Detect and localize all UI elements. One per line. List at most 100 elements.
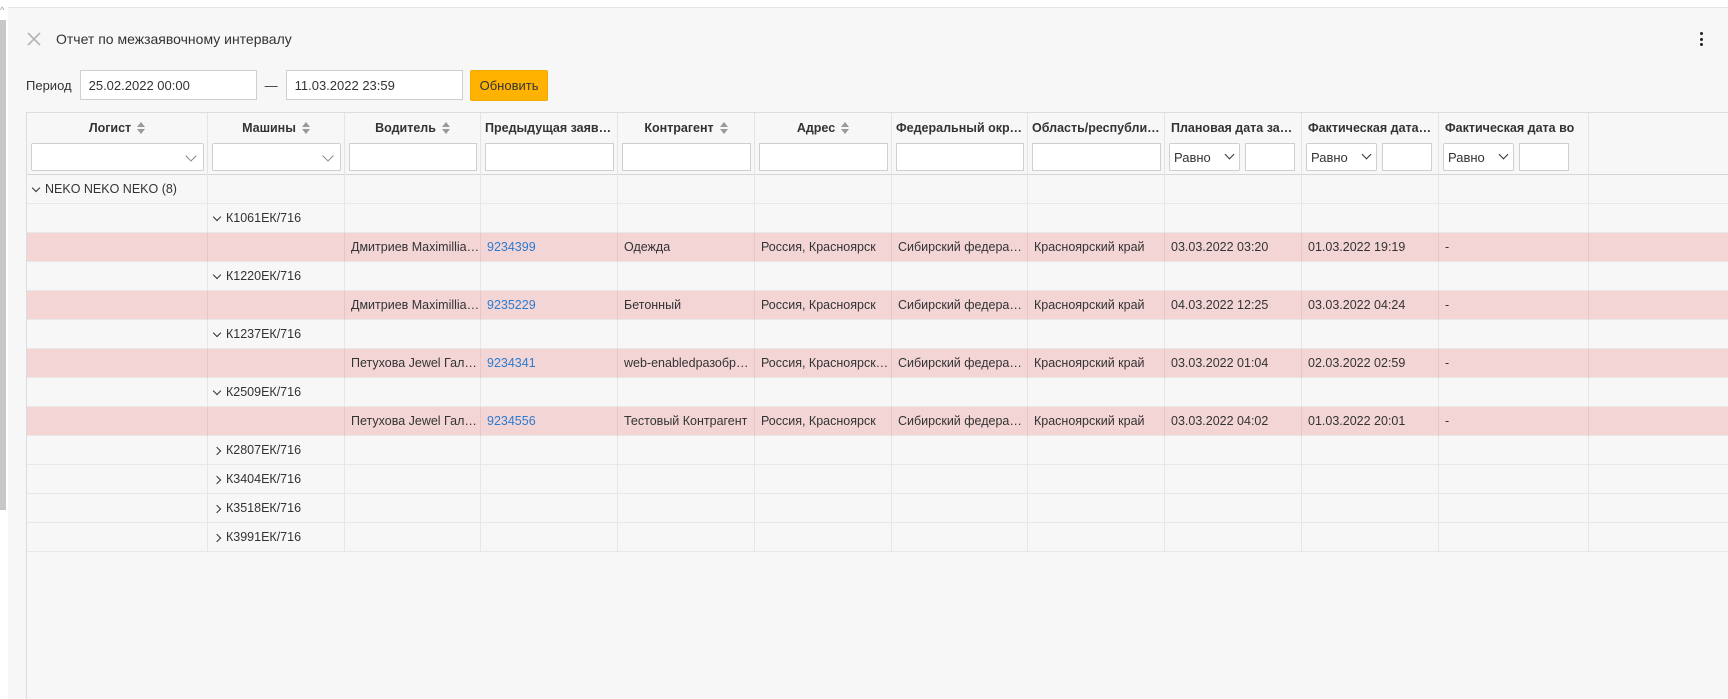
group-toggle[interactable]: NEKO NEKO NEKO (8): [31, 175, 177, 204]
column-title-district[interactable]: Федеральный округ: [892, 121, 1027, 135]
cell-prev_order: [481, 204, 618, 233]
order-link[interactable]: 9234556: [487, 414, 536, 428]
order-link[interactable]: 9234341: [487, 356, 536, 370]
data-row[interactable]: Петухова Jewel Галкин 9234341 web-enabledр…: [27, 349, 1728, 378]
filter-select-cars[interactable]: [212, 143, 341, 171]
car-toggle[interactable]: К2807ЕК/716: [212, 436, 301, 465]
cell-fact_date: 02.03.2022 02:59: [1302, 349, 1439, 378]
car-toggle[interactable]: К1061ЕК/716: [212, 204, 301, 233]
data-row[interactable]: Дмитриев Maximillia ... 9234399 Одежда Росс…: [27, 233, 1728, 262]
period-to-input[interactable]: [285, 70, 463, 100]
car-group-row[interactable]: К1220ЕК/716: [27, 262, 1728, 291]
filter-value-fact_return[interactable]: [1519, 143, 1569, 171]
data-row[interactable]: Дмитриев Maximillia ... 9235229 Бетонный Ро…: [27, 291, 1728, 320]
chevron-down-icon: [212, 270, 222, 279]
filter-input-region[interactable]: [1032, 143, 1161, 171]
column-title-cars[interactable]: Машины: [208, 121, 344, 135]
filter-value-plan_date[interactable]: [1245, 143, 1295, 171]
cell-fact_date: 01.03.2022 19:19: [1302, 233, 1439, 262]
column-header-plan_date: Плановая дата заве... Равно: [1165, 113, 1302, 175]
close-icon[interactable]: [26, 31, 42, 47]
filter-input-counterparty[interactable]: [622, 143, 751, 171]
column-title-logist[interactable]: Логист: [27, 121, 207, 135]
car-toggle[interactable]: К3404ЕК/716: [212, 465, 302, 494]
car-group-row[interactable]: К3991ЕК/716: [27, 523, 1728, 552]
car-toggle[interactable]: К3991ЕК/716: [212, 523, 301, 552]
report-panel: Отчет по межзаявочному интервалу Период …: [8, 7, 1728, 699]
filter-compare-fact_return[interactable]: Равно: [1443, 143, 1514, 171]
compare-value: Равно: [1174, 149, 1211, 165]
sort-icon[interactable]: [719, 121, 728, 134]
period-filter: Период — Обновить: [26, 69, 549, 101]
cell-fact_return: -: [1439, 407, 1589, 436]
cell-counterparty: [618, 523, 755, 552]
car-toggle[interactable]: К2509ЕК/716: [212, 378, 301, 407]
cell-district: [892, 320, 1028, 349]
column-title-driver[interactable]: Водитель: [345, 121, 480, 135]
cell-address: [755, 494, 892, 523]
car-toggle[interactable]: К3518ЕК/716: [212, 494, 302, 523]
cell-text-district: Сибирский федераль...: [898, 356, 1028, 370]
car-group-row[interactable]: К1061ЕК/716: [27, 204, 1728, 233]
cell-text-fact_return: -: [1445, 414, 1450, 428]
cell-text-plan_date: 03.03.2022 01:04: [1171, 356, 1269, 370]
car-group-row[interactable]: К2509ЕК/716: [27, 378, 1728, 407]
cell-driver: [345, 262, 481, 291]
scroll-up-icon[interactable]: ^: [0, 6, 6, 15]
data-row[interactable]: Петухова Jewel Галкин 9234556 Тестовый Кон…: [27, 407, 1728, 436]
filter-compare-plan_date[interactable]: Равно: [1169, 143, 1240, 171]
cell-region: [1028, 262, 1165, 291]
column-label: Машины: [242, 121, 296, 135]
cell-plan_date: [1165, 465, 1302, 494]
filter-input-address[interactable]: [759, 143, 888, 171]
cell-text-driver: Петухова Jewel Галкин: [351, 414, 481, 428]
car-toggle[interactable]: К1220ЕК/716: [212, 262, 301, 291]
cell-logist: [27, 465, 208, 494]
chevron-down-icon: [322, 150, 334, 162]
car-toggle[interactable]: К1237ЕК/716: [212, 320, 301, 349]
cell-text-plan_date: 03.03.2022 03:20: [1171, 240, 1269, 254]
column-title-counterparty[interactable]: Контрагент: [618, 121, 754, 135]
refresh-button[interactable]: Обновить: [469, 69, 549, 101]
cell-fact_date: [1302, 494, 1439, 523]
filter-compare-fact_date[interactable]: Равно: [1306, 143, 1377, 171]
car-plate: К3404ЕК/716: [226, 472, 302, 486]
column-title-fact_return[interactable]: Фактическая дата во: [1439, 121, 1588, 135]
car-group-row[interactable]: К2807ЕК/716: [27, 436, 1728, 465]
car-plate: К3518ЕК/716: [226, 501, 302, 515]
column-title-fact_date[interactable]: Фактическая дата за...: [1302, 121, 1438, 135]
car-group-row[interactable]: К3404ЕК/716: [27, 465, 1728, 494]
order-link[interactable]: 9235229: [487, 298, 536, 312]
sort-icon[interactable]: [301, 121, 310, 134]
cell-district: [892, 378, 1028, 407]
column-title-address[interactable]: Адрес: [755, 121, 891, 135]
cell-plan_date: [1165, 436, 1302, 465]
cell-district: [892, 175, 1028, 204]
cell-district: [892, 262, 1028, 291]
cell-district: [892, 494, 1028, 523]
sort-icon[interactable]: [441, 121, 450, 134]
page-scrollbar[interactable]: [0, 20, 6, 510]
order-link[interactable]: 9234399: [487, 240, 536, 254]
sort-icon[interactable]: [841, 121, 850, 134]
sort-icon[interactable]: [137, 121, 146, 134]
cell-text-fact_return: -: [1445, 240, 1450, 254]
column-title-prev_order[interactable]: Предыдущая заявка: [481, 121, 617, 135]
cell-logist: [27, 407, 208, 436]
group-row[interactable]: NEKO NEKO NEKO (8): [27, 175, 1728, 204]
more-menu-icon[interactable]: [1694, 28, 1708, 50]
cell-address: Россия, Красноярск, Т...: [755, 349, 892, 378]
car-group-row[interactable]: К3518ЕК/716: [27, 494, 1728, 523]
period-from-input[interactable]: [79, 70, 257, 100]
filter-value-fact_date[interactable]: [1382, 143, 1432, 171]
filter-input-prev_order[interactable]: [485, 143, 614, 171]
car-group-row[interactable]: К1237ЕК/716: [27, 320, 1728, 349]
filter-input-driver[interactable]: [349, 143, 477, 171]
chevron-down-icon: [31, 183, 41, 192]
compare-value: Равно: [1448, 149, 1485, 165]
column-title-region[interactable]: Область/республика: [1028, 121, 1164, 135]
filter-input-district[interactable]: [896, 143, 1024, 171]
filter-select-logist[interactable]: [31, 143, 204, 171]
cell-address: [755, 175, 892, 204]
column-title-plan_date[interactable]: Плановая дата заве...: [1165, 121, 1301, 135]
